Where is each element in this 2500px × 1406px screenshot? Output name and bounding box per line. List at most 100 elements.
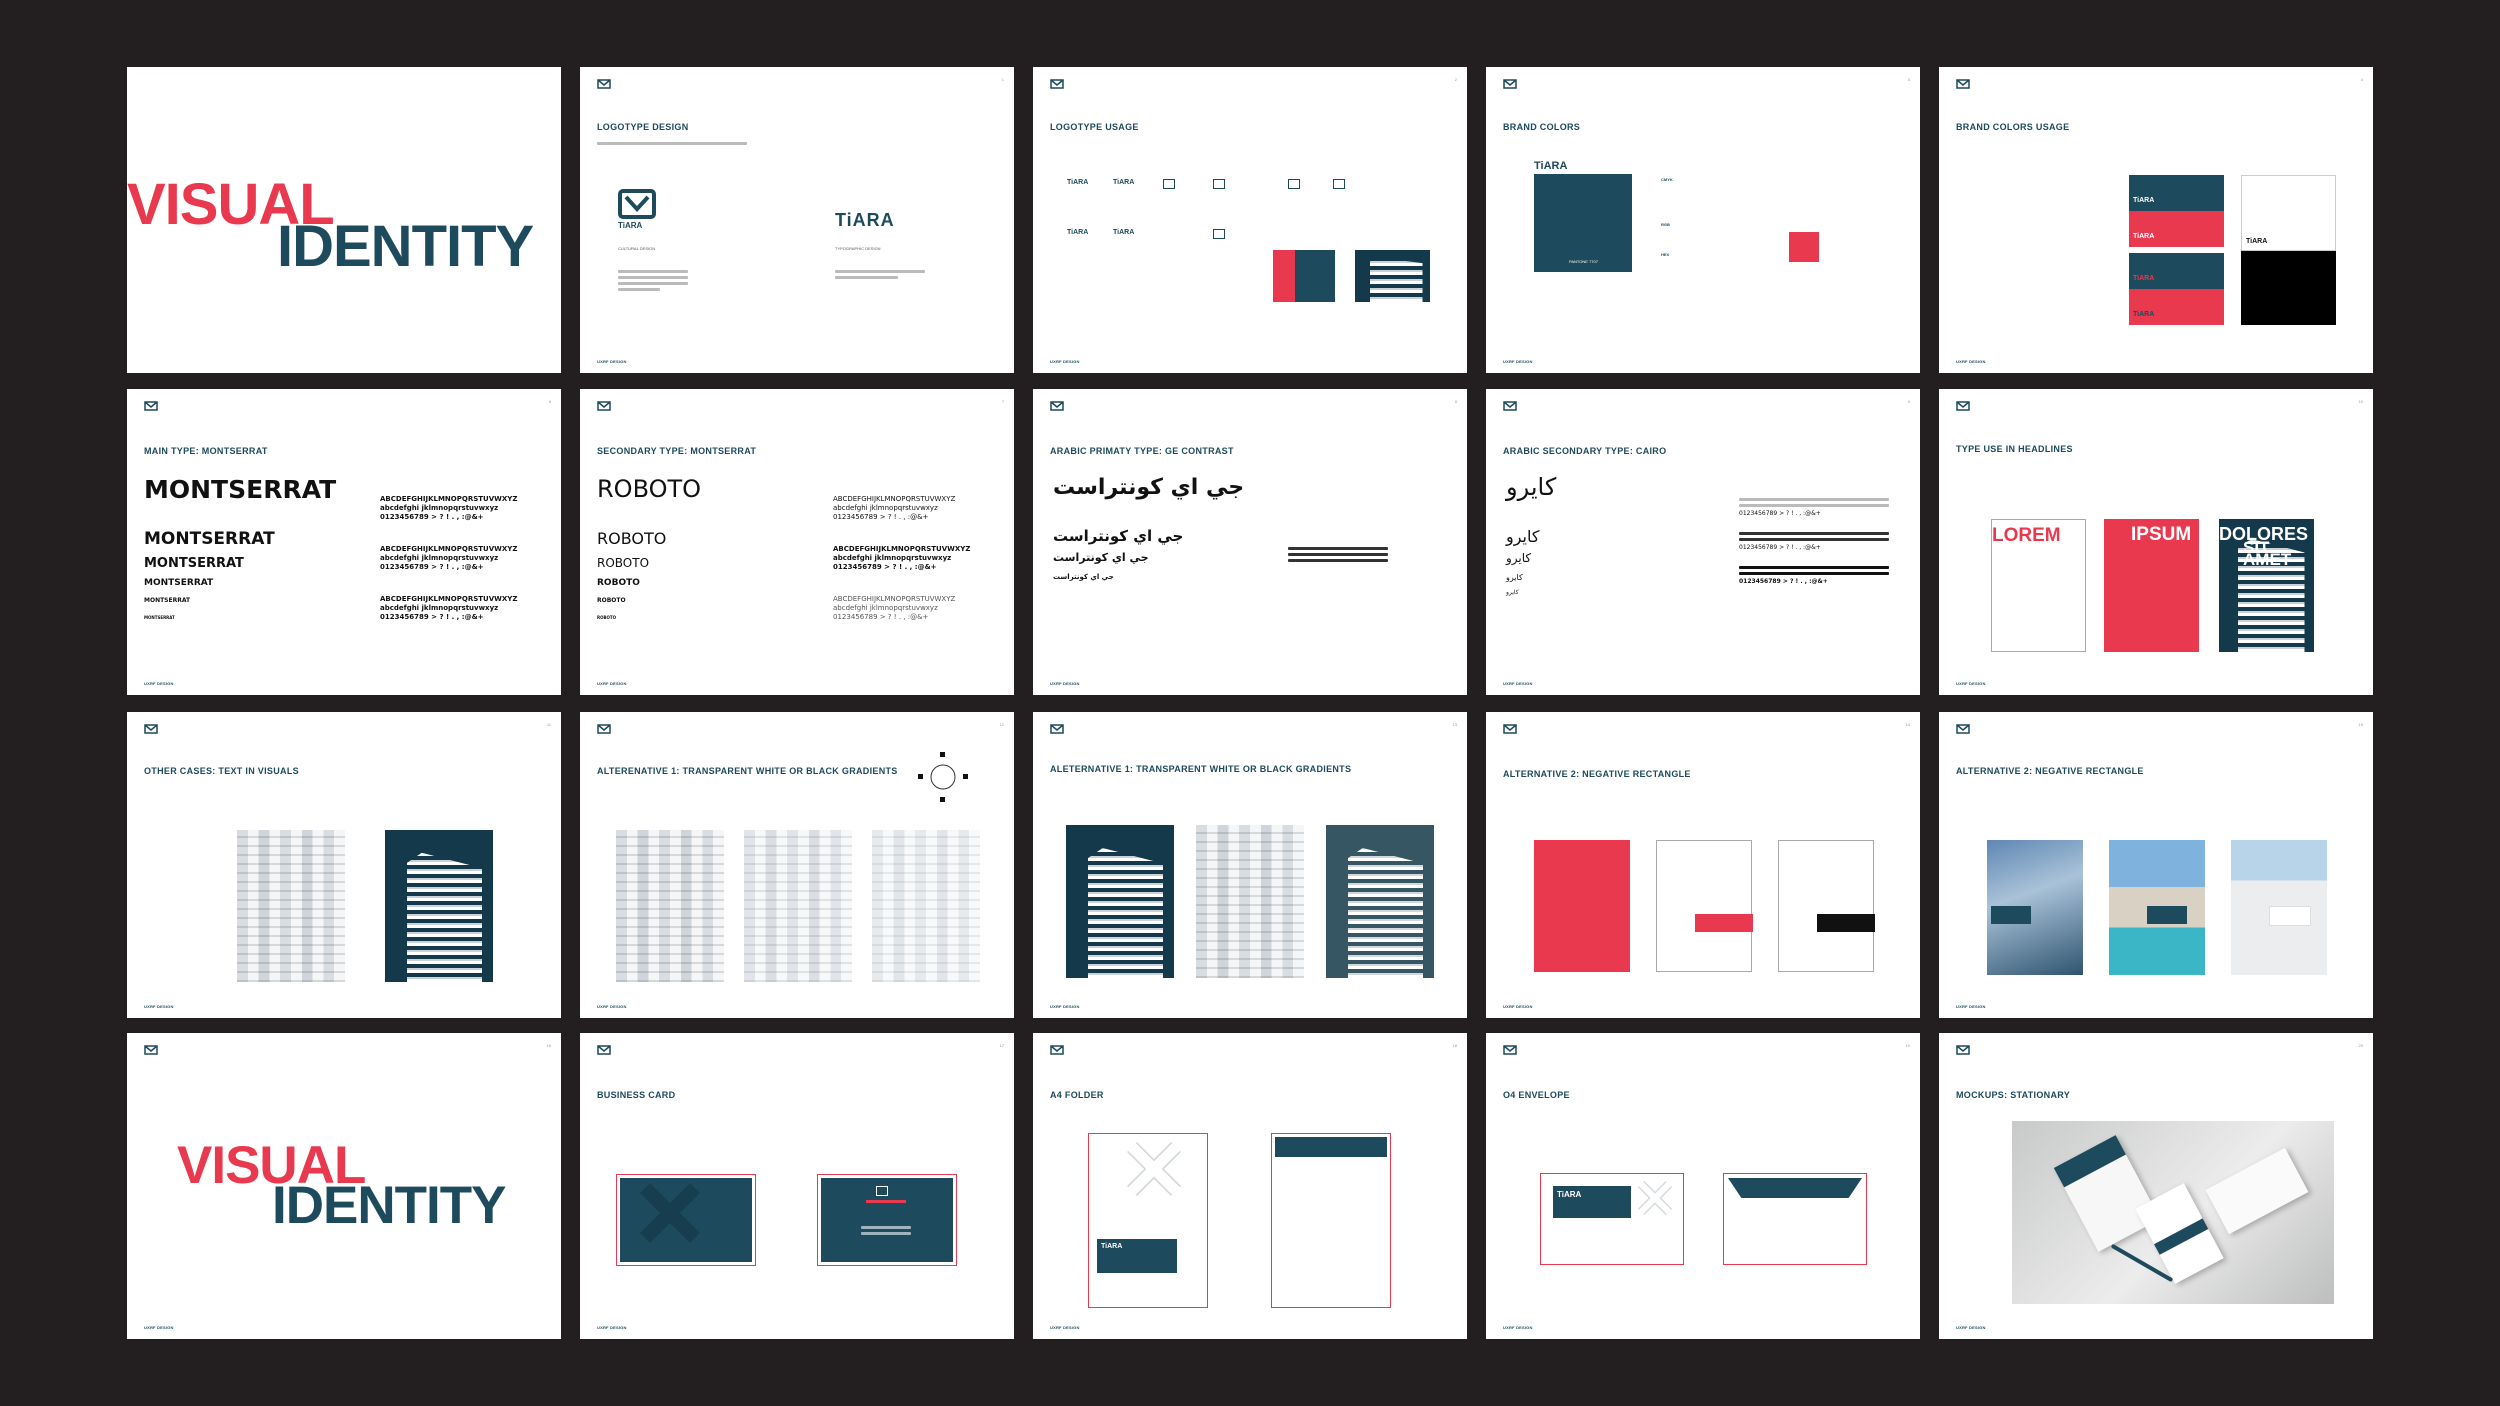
slide-title: MOCKUPS: STATIONARY (1956, 1090, 2071, 1100)
slide-title: SECONDARY TYPE: MONTSERRAT (597, 446, 757, 456)
slide-footer: UXRF DESIGN (1503, 1325, 1533, 1330)
charset-digits: 0123456789 > ? ! . , :@&+ (833, 513, 929, 521)
logo-icon (597, 724, 611, 736)
slide-text-in-visuals[interactable]: OTHER CASES: TEXT IN VISUALS UXRF DESIGN… (127, 712, 561, 1018)
slide-arabic-secondary[interactable]: ARABIC SECONDARY TYPE: CAIRO كايرو كايرو… (1486, 389, 1920, 695)
gradient-photo-2 (744, 830, 852, 982)
folder-logo-word: TiARA (1101, 1243, 1123, 1250)
logo-icon (1956, 401, 1970, 413)
slide-footer: UXRF DESIGN (597, 681, 627, 686)
charset-digits: 0123456789 > ? ! . , :@&+ (833, 563, 937, 571)
slide-title: ALTERENATIVE 1: TRANSPARENT WHITE OR BLA… (597, 766, 898, 776)
desc-left (618, 267, 688, 294)
slide-title: O4 ENVELOPE (1503, 1090, 1570, 1100)
slide-footer: UXRF DESIGN (597, 359, 627, 364)
charset-lower: abcdefghi jklmnopqrstuvwxyz (380, 554, 499, 562)
sample-big: ROBOTO (597, 475, 702, 503)
logo-icon (1956, 724, 1970, 736)
tile-red-1: TiARA (2129, 211, 2224, 247)
page-number: 3 (1907, 77, 1910, 82)
mockup-folder (2053, 1135, 2161, 1252)
slide-title: ALTERNATIVE 2: NEGATIVE RECTANGLE (1503, 769, 1691, 779)
slide-title: A4 FOLDER (1050, 1090, 1104, 1100)
slide-logotype-design[interactable]: LOGOTYPE DESIGN TiARA TiARA CULTURAL DES… (580, 67, 1014, 373)
slide-a4-folder[interactable]: A4 FOLDER TiARA UXRF DESIGN 18 (1033, 1033, 1467, 1339)
sample-2: MONTSERRAT (144, 556, 244, 571)
slide-footer: UXRF DESIGN (144, 1004, 174, 1009)
slide-type-in-headlines[interactable]: TYPE USE IN HEADLINES LOREM IPSUM DOLORE… (1939, 389, 2373, 695)
slide-secondary-type[interactable]: SECONDARY TYPE: MONTSERRAT ROBOTO ROBOTO… (580, 389, 1014, 695)
sample-4: ROBOTO (597, 597, 626, 604)
slide-footer: UXRF DESIGN (1956, 1325, 1986, 1330)
charset-block: ABCDEFGHIJKLMNOPQRSTUVWXYZ abcdefghi jkl… (833, 495, 955, 522)
mark-icon (876, 1186, 888, 1196)
gradient-photo-2 (1196, 825, 1304, 978)
envelope-back (1723, 1173, 1867, 1265)
page-number: 7 (1001, 399, 1004, 404)
pantone-label: PANTONE 7707 (1569, 259, 1598, 264)
slide-o4-envelope[interactable]: O4 ENVELOPE TiARA UXRF DESIGN 19 (1486, 1033, 1920, 1339)
mark-icon (1213, 179, 1225, 189)
negative-photo-2 (2109, 840, 2205, 975)
logo-icon (1503, 1045, 1517, 1057)
sample-3: MONTSERRAT (144, 578, 214, 588)
sample-1: MONTSERRAT (144, 529, 275, 549)
tile-label: TiARA (2133, 197, 2155, 204)
slide-footer: UXRF DESIGN (1050, 1325, 1080, 1330)
page-number: 17 (999, 1043, 1004, 1048)
logo-icon (1050, 724, 1064, 736)
headline-card-photo: DOLORES SIT AMET (2219, 519, 2314, 652)
envelope-front: TiARA (1540, 1173, 1684, 1265)
slide-cover-2[interactable]: VISUAL IDENTITY UXRF DESIGN 16 (127, 1033, 561, 1339)
cover-title-identity: IDENTITY (272, 1176, 506, 1235)
mark-icon (1163, 179, 1175, 189)
logo-icon (1503, 724, 1517, 736)
slide-alt1-gradients-b[interactable]: ALETERNATIVE 1: TRANSPARENT WHITE OR BLA… (1033, 712, 1467, 1018)
page-number: 14 (1905, 722, 1910, 727)
card-front (616, 1174, 756, 1266)
headline-card-red: IPSUM (2104, 519, 2199, 652)
logo-icon (144, 401, 158, 413)
sample-2: ROBOTO (597, 556, 650, 570)
slide-brand-colors[interactable]: BRAND COLORS TiARA PANTONE 7707 CMYK RGB… (1486, 67, 1920, 373)
logo-word-small: TiARA (618, 221, 643, 230)
arabic-1: كايرو (1506, 527, 1540, 546)
gradient-photo-1 (616, 830, 724, 982)
charset-block-3: ABCDEFGHIJKLMNOPQRSTUVWXYZ abcdefghi jkl… (833, 595, 955, 622)
slide-footer: UXRF DESIGN (144, 1325, 174, 1330)
charset-lower: abcdefghi jklmnopqrstuvwxyz (833, 504, 938, 512)
tile-white: TiARA (2241, 175, 2336, 251)
slide-logotype-usage[interactable]: LOGOTYPE USAGE TiARA TiARA TiARA TiARA U… (1033, 67, 1467, 373)
tile-black (2241, 251, 2336, 325)
envelope-logo-word: TiARA (1557, 1190, 1582, 1199)
negative-photo-1 (1987, 840, 2083, 975)
logo-icon (144, 1045, 158, 1057)
slide-title: ARABIC PRIMATY TYPE: GE CONTRAST (1050, 446, 1234, 456)
card-label-block (1537, 910, 1567, 922)
slide-alt1-gradients[interactable]: ALTERENATIVE 1: TRANSPARENT WHITE OR BLA… (580, 712, 1014, 1018)
charset-upper: ABCDEFGHIJKLMNOPQRSTUVWXYZ (833, 495, 956, 503)
slide-arabic-primary[interactable]: ARABIC PRIMATY TYPE: GE CONTRAST جي اي ك… (1033, 389, 1467, 695)
slide-title: OTHER CASES: TEXT IN VISUALS (144, 766, 299, 776)
charset-lower: abcdefghi jklmnopqrstuvwxyz (380, 504, 499, 512)
gradient-photo-3 (1326, 825, 1434, 978)
slide-footer: UXRF DESIGN (1956, 681, 1986, 686)
charset-block-3: ABCDEFGHIJKLMNOPQRSTUVWXYZ abcdefghi jkl… (380, 595, 517, 622)
slide-alt2-negative-b[interactable]: ALTERNATIVE 2: NEGATIVE RECTANGLE UXRF D… (1939, 712, 2373, 1018)
charset-lower: abcdefghi jklmnopqrstuvwxyz (833, 604, 938, 612)
slide-alt2-negative[interactable]: ALTERNATIVE 2: NEGATIVE RECTANGLE UXRF D… (1486, 712, 1920, 1018)
sample-big: MONTSERRAT (144, 475, 337, 504)
slide-business-card[interactable]: BUSINESS CARD UXRF DESIGN 17 (580, 1033, 1014, 1339)
teal-swatch: PANTONE 7707 (1534, 174, 1632, 272)
slide-cover[interactable]: VISUAL IDENTITY (127, 67, 561, 373)
slide-brand-colors-usage[interactable]: BRAND COLORS USAGE TiARA TiARA TiARA TiA… (1939, 67, 2373, 373)
slide-main-type[interactable]: MAIN TYPE: MONTSERRAT MONTSERRAT MONTSER… (127, 389, 561, 695)
page-number: 15 (2358, 722, 2363, 727)
logo-icon (144, 724, 158, 736)
charset-upper: ABCDEFGHIJKLMNOPQRSTUVWXYZ (833, 545, 971, 553)
charset-digits: 0123456789 > ? ! . , :@&+ (1739, 578, 1828, 585)
negative-card-white (1656, 840, 1753, 972)
charset-upper: ABCDEFGHIJKLMNOPQRSTUVWXYZ (833, 595, 956, 603)
slide-mockups-stationary[interactable]: MOCKUPS: STATIONARY UXRF DESIGN 20 (1939, 1033, 2373, 1339)
slide-title: ARABIC SECONDARY TYPE: CAIRO (1503, 446, 1667, 456)
